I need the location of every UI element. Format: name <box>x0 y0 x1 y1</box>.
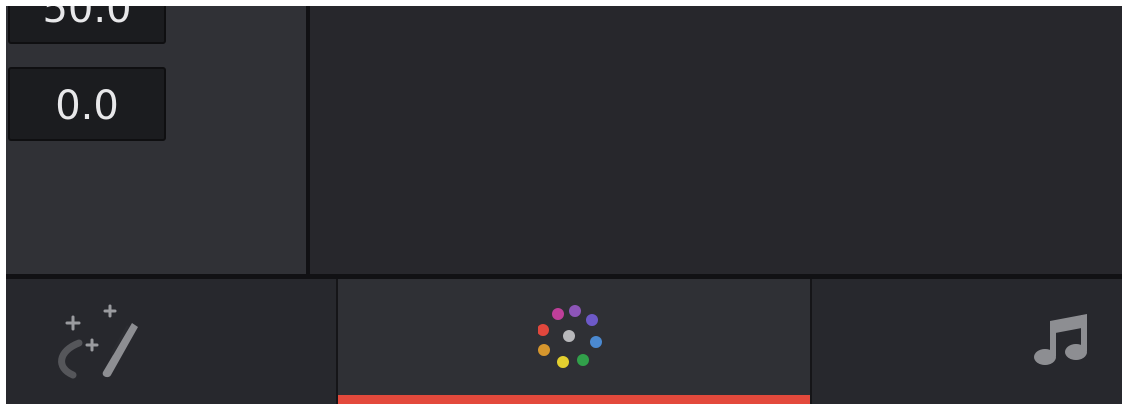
music-note-icon <box>1034 314 1087 365</box>
page-navigation-bar <box>6 279 1122 404</box>
tab-fairlight-page[interactable] <box>812 279 1122 404</box>
viewer-area <box>310 6 1122 274</box>
app-window: 50.0 0.0 <box>6 6 1122 404</box>
value-input-top[interactable]: 50.0 <box>8 6 166 44</box>
active-page-indicator <box>338 395 810 404</box>
value-input-second[interactable]: 0.0 <box>8 67 166 141</box>
tab-color-page[interactable] <box>338 279 810 404</box>
inspector-panel: 50.0 0.0 <box>6 6 306 274</box>
fusion-wand-icon <box>58 304 138 379</box>
tab-fusion-page[interactable] <box>6 279 336 404</box>
color-wheel-icon <box>538 305 602 368</box>
